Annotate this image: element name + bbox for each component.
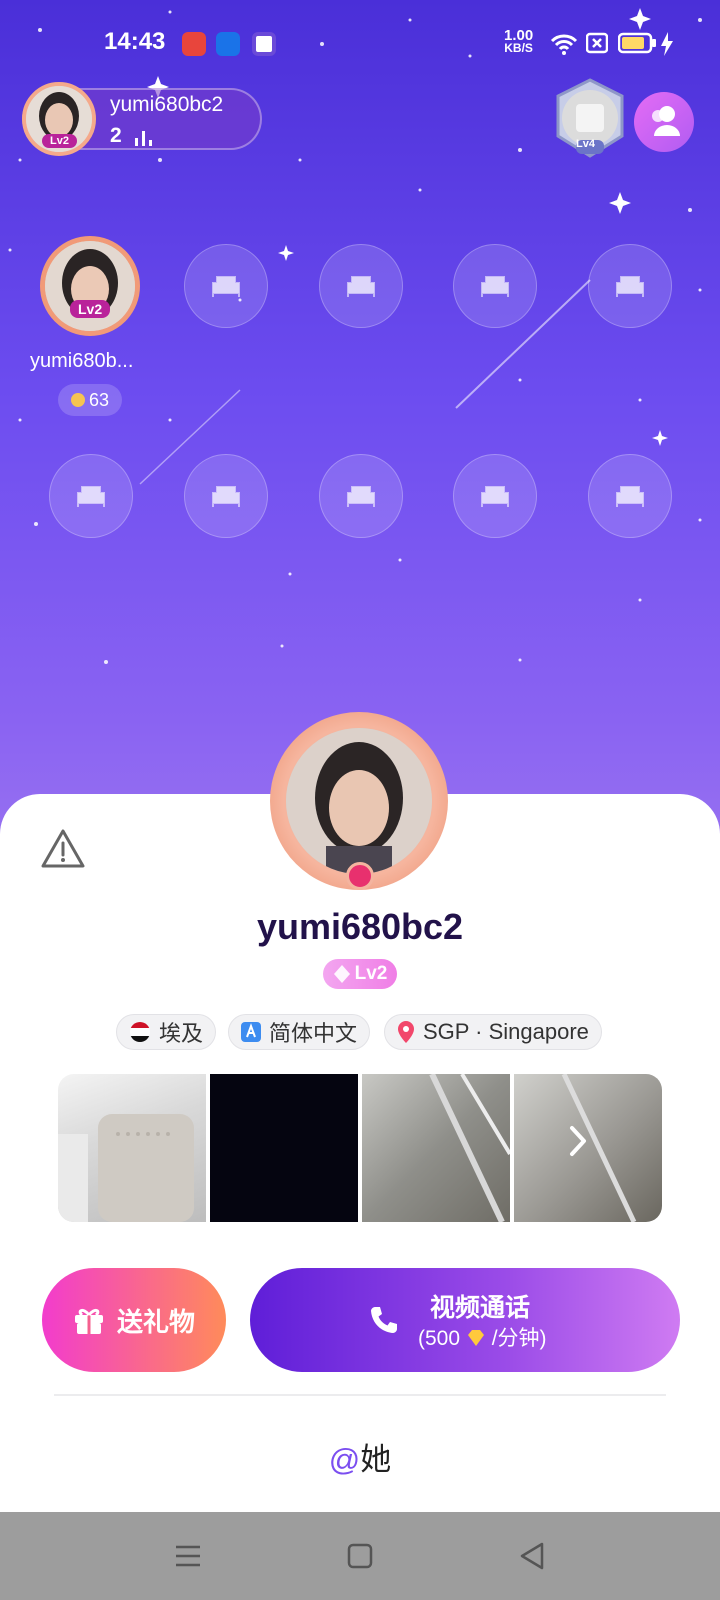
battery-icon (618, 32, 656, 54)
profile-name: yumi680bc2 (256, 906, 464, 947)
video-call-button[interactable]: 视频通话 (500 /分钟) (250, 1268, 680, 1372)
gem-icon (346, 862, 374, 890)
status-bar: 14:43 1.00 KB/S (0, 0, 720, 90)
chevron-right-icon[interactable] (568, 1124, 588, 1158)
send-gift-label: 送礼物 (116, 1306, 195, 1337)
profile-level-badge: Lv2 (323, 959, 397, 989)
diamond-icon (333, 965, 350, 983)
empty-seat-7[interactable] (184, 454, 268, 538)
empty-seat-4[interactable] (453, 244, 537, 328)
country-tag: 埃及 (116, 1014, 217, 1050)
sofa-icon (347, 276, 375, 297)
video-call-price: (500 /分钟) (418, 1322, 547, 1352)
home-icon[interactable] (342, 1538, 378, 1574)
sofa-icon (616, 486, 644, 507)
sofa-icon (212, 276, 240, 297)
charging-icon (661, 32, 673, 56)
gallery-photo-1[interactable] (58, 1074, 206, 1222)
empty-seat-8[interactable] (319, 454, 403, 538)
empty-seat-5[interactable] (588, 244, 672, 328)
language-label: 简体中文 (269, 1021, 358, 1046)
location-tag: SGP · Singapore (384, 1014, 602, 1050)
phone-icon (371, 1307, 397, 1333)
diamond-icon (467, 1330, 484, 1346)
wifi-icon (550, 34, 578, 55)
empty-seat-6[interactable] (49, 454, 133, 538)
profile-avatar[interactable] (270, 712, 448, 890)
report-warning-icon[interactable] (40, 828, 86, 870)
empty-seat-3[interactable] (319, 244, 403, 328)
language-tag: 简体中文 (228, 1014, 371, 1050)
bean-icon (70, 393, 85, 407)
signal-bars-icon (135, 131, 152, 146)
people-icon (652, 106, 680, 136)
empty-seat-9[interactable] (453, 454, 537, 538)
rank-level-label: Lv4 (576, 138, 595, 150)
video-call-title: 视频通话 (430, 1294, 531, 1322)
profile-face-photo (286, 728, 432, 874)
at-symbol: @ (328, 1442, 361, 1477)
online-count: 2 (110, 124, 122, 147)
rank-badge[interactable]: Lv4 (552, 78, 628, 160)
back-icon[interactable] (514, 1538, 550, 1574)
app-circle-icon (216, 32, 240, 56)
system-nav-bar (0, 1512, 720, 1600)
country-label: 埃及 (159, 1021, 204, 1046)
sim-disabled-icon (586, 32, 608, 54)
language-icon (241, 1022, 261, 1042)
app-square-icon (252, 32, 276, 56)
network-speed: 1.00 KB/S (504, 28, 533, 55)
status-time: 14:43 (104, 28, 166, 55)
menu-icon[interactable] (170, 1538, 206, 1574)
gallery-photo-4[interactable] (514, 1074, 662, 1222)
seat-avatar (40, 236, 140, 336)
sofa-icon (77, 486, 105, 507)
mention-her-button[interactable]: @她 (0, 1434, 720, 1479)
gift-icon (74, 1308, 103, 1334)
seat-score: 63 (88, 389, 110, 410)
call-price-suffix: /分钟) (491, 1327, 547, 1350)
sofa-icon (481, 276, 509, 297)
members-button[interactable] (634, 92, 694, 152)
egypt-flag-icon (130, 1022, 150, 1042)
empty-seat-2[interactable] (184, 244, 268, 328)
sofa-icon (212, 486, 240, 507)
host-name: yumi680bc2 (110, 93, 224, 116)
call-price-prefix: (500 (418, 1327, 461, 1350)
seat-level-chip: Lv2 (70, 300, 111, 318)
gallery-photo-3[interactable] (362, 1074, 512, 1222)
sofa-icon (481, 486, 509, 507)
location-label: SGP · Singapore (423, 1019, 589, 1044)
host-level-chip: Lv2 (42, 134, 77, 148)
baidu-icon (182, 32, 206, 56)
network-speed-unit: KB/S (504, 41, 533, 55)
seat-occupied[interactable]: Lv2 (40, 236, 140, 336)
location-pin-icon (398, 1021, 414, 1043)
sofa-icon (347, 486, 375, 507)
seat-score-badge: 63 (58, 384, 122, 416)
empty-seat-10[interactable] (588, 454, 672, 538)
send-gift-button[interactable]: 送礼物 (42, 1268, 226, 1372)
divider (54, 1394, 666, 1396)
mention-label: 她 (360, 1442, 392, 1477)
profile-level-label: Lv2 (354, 963, 388, 984)
seat-user-name: yumi680b... (30, 350, 134, 372)
sofa-icon (616, 276, 644, 297)
gallery-photo-2[interactable] (210, 1074, 358, 1222)
